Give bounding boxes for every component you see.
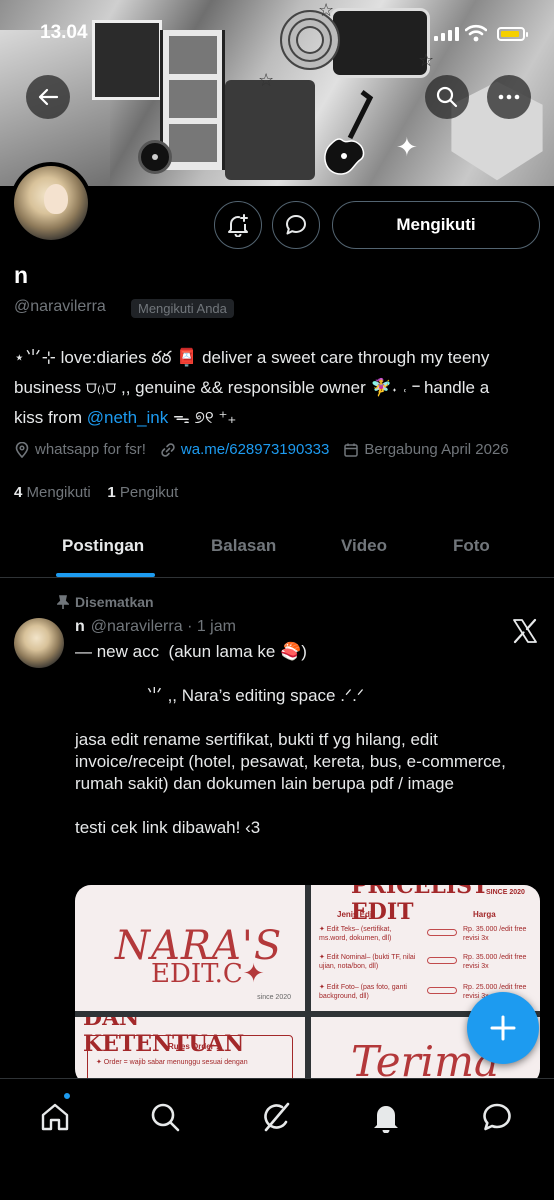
- explore-icon: [151, 1103, 180, 1132]
- nav-explore[interactable]: [145, 1097, 185, 1137]
- nav-home[interactable]: [35, 1097, 75, 1137]
- post-author-handle[interactable]: @naravilerra: [91, 618, 183, 635]
- active-tab-indicator: [56, 573, 155, 577]
- calendar-icon: [344, 443, 359, 457]
- post-header: n @naravilerra · 1 jam: [75, 618, 236, 636]
- display-name: n: [14, 262, 29, 288]
- following-button[interactable]: Mengikuti: [332, 201, 540, 249]
- pin-icon: [57, 595, 69, 609]
- post-author-name[interactable]: n: [75, 618, 85, 635]
- follow-counts: 4 Mengikuti 1 Pengikut: [14, 484, 178, 501]
- bio-line: kiss from @neth_ink ᯓ ୭୧ ⁺₊: [14, 408, 237, 427]
- more-icon: [498, 94, 520, 100]
- search-icon: [436, 86, 458, 108]
- location-icon: [15, 441, 29, 458]
- tab-posts[interactable]: Postingan: [62, 536, 144, 556]
- guitar-icon: [324, 90, 374, 175]
- following-count-link[interactable]: 4 Mengikuti: [14, 484, 91, 501]
- back-button[interactable]: [26, 75, 70, 119]
- link-icon: [161, 442, 175, 457]
- notification-subscribe-button[interactable]: [214, 201, 262, 249]
- star-decoration: ☆: [258, 70, 275, 90]
- follows-you-badge: Mengikuti Anda: [131, 299, 234, 318]
- tab-video[interactable]: Video: [341, 536, 387, 556]
- pinned-label: Disematkan: [57, 594, 154, 610]
- user-handle: @naravilerra: [14, 298, 106, 315]
- plus-icon: [490, 1015, 516, 1041]
- tab-replies[interactable]: Balasan: [211, 536, 276, 556]
- sparkle-decoration: ✦: [396, 132, 418, 162]
- post-media-grid: NARA'S EDIT.C✦ since 2020 PRICELIST EDIT…: [75, 885, 540, 1085]
- grok-icon: [264, 1102, 290, 1132]
- mention-link[interactable]: @neth_ink: [87, 408, 169, 427]
- bio-line: ⋆⺌⊹ love:diaries ఠఠ 📮 deliver a sweet ca…: [14, 348, 490, 367]
- profile-bio: ⋆⺌⊹ love:diaries ఠఠ 📮 deliver a sweet ca…: [14, 343, 540, 433]
- bio-line: business ⩌₍₎⩌ ,, genuine && responsible …: [14, 378, 490, 397]
- nav-notifications[interactable]: [366, 1097, 406, 1137]
- more-button[interactable]: [487, 75, 531, 119]
- bell-icon: [374, 1106, 398, 1133]
- profile-tabs: Postingan Balasan Video Foto: [0, 520, 554, 578]
- message-icon: [286, 215, 306, 235]
- nav-grok[interactable]: [256, 1097, 296, 1137]
- cellular-signal-icon: [434, 27, 459, 41]
- search-button[interactable]: [425, 75, 469, 119]
- post-time: · 1 jam: [187, 618, 236, 635]
- home-icon: [41, 1103, 69, 1131]
- wifi-icon: [465, 24, 487, 42]
- post-text: — new acc (akun lama ke 🍣) ⺌ ,, Nara’s e…: [75, 642, 506, 837]
- followers-count-link[interactable]: 1 Pengikut: [107, 484, 178, 501]
- notification-dot: [62, 1091, 72, 1101]
- messages-icon: [483, 1103, 511, 1131]
- nav-messages[interactable]: [477, 1097, 517, 1137]
- battery-icon: [497, 27, 528, 41]
- banner-cd: [138, 140, 172, 174]
- media-image[interactable]: DAN KETENTUAN Rules Order : ✦ Order = wa…: [75, 1017, 305, 1085]
- back-arrow-icon: [38, 88, 59, 106]
- profile-website[interactable]: wa.me/628973190333: [160, 441, 329, 458]
- profile-avatar[interactable]: [10, 162, 92, 244]
- tab-photos[interactable]: Foto: [453, 536, 490, 556]
- bottom-navigation: [0, 1078, 554, 1200]
- status-bar: 13.04: [0, 0, 554, 64]
- profile-joined: Bergabung April 2026: [343, 441, 509, 458]
- profile-meta: whatsapp for fsr! wa.me/628973190333 Ber…: [14, 441, 554, 458]
- post-avatar[interactable]: [14, 618, 64, 668]
- message-button[interactable]: [272, 201, 320, 249]
- profile-location: whatsapp for fsr!: [14, 441, 146, 458]
- profile-banner[interactable]: ☆ ☆ ✦ ☆ 13.04: [0, 0, 554, 186]
- compose-post-button[interactable]: [467, 992, 539, 1064]
- notification-add-icon: [228, 214, 248, 237]
- banner-photo: [225, 80, 315, 180]
- status-time: 13.04: [40, 22, 88, 43]
- media-image[interactable]: NARA'S EDIT.C✦ since 2020: [75, 885, 305, 1011]
